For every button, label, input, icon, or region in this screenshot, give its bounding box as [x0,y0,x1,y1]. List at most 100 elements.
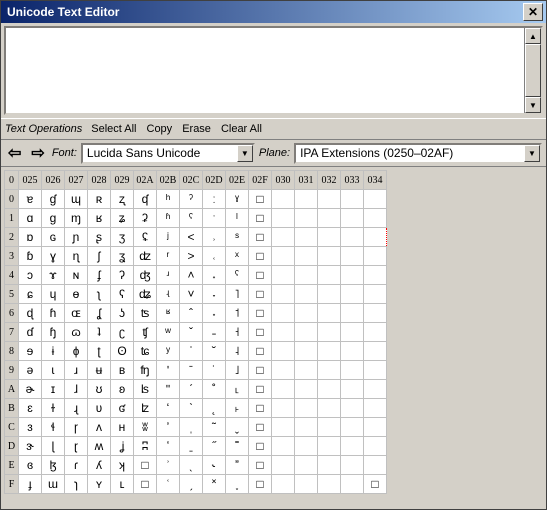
character-cell[interactable]: ɡ [42,209,65,228]
character-cell[interactable] [272,266,295,285]
character-cell[interactable] [272,437,295,456]
character-cell[interactable] [295,418,318,437]
character-cell[interactable]: ɢ [42,228,65,247]
character-cell[interactable]: ɘ [19,342,42,361]
character-cell[interactable]: ˞ [203,456,226,475]
character-cell[interactable]: ˚ [203,380,226,399]
character-cell[interactable]: ʪ [134,380,157,399]
character-cell[interactable]: ʿ [157,475,180,494]
character-cell[interactable]: ʦ [134,304,157,323]
character-cell[interactable]: ˫ [226,399,249,418]
character-cell[interactable] [318,361,341,380]
character-cell[interactable]: ˨ [226,342,249,361]
character-cell[interactable] [272,228,295,247]
character-cell[interactable] [272,475,295,494]
character-cell[interactable] [318,247,341,266]
character-cell[interactable]: ʵ [157,285,180,304]
character-cell[interactable] [318,323,341,342]
character-cell[interactable]: ɝ [19,437,42,456]
character-cell[interactable] [364,304,387,323]
character-cell[interactable]: ɺ [65,380,88,399]
character-cell[interactable]: ˟ [203,475,226,494]
character-cell[interactable]: ˎ [180,456,203,475]
character-cell[interactable]: ə [19,361,42,380]
character-cell[interactable]: ʠ [134,190,157,209]
character-cell[interactable]: □ [249,456,272,475]
character-cell[interactable]: ɪ [42,380,65,399]
character-cell[interactable] [295,247,318,266]
character-cell[interactable]: ɦ [42,304,65,323]
column-header[interactable]: 032 [318,171,341,190]
character-cell[interactable]: ˋ [180,399,203,418]
character-cell[interactable]: ʃ [88,247,111,266]
character-cell[interactable]: ˓ [203,247,226,266]
character-cell[interactable]: □ [249,380,272,399]
character-cell[interactable]: ɹ [65,361,88,380]
row-header[interactable]: 0 [5,190,19,209]
column-header[interactable]: 029 [111,171,134,190]
prev-arrow-icon[interactable]: ⇦ [5,143,24,163]
character-cell[interactable]: ˑ [203,209,226,228]
character-cell[interactable]: ˢ [226,228,249,247]
character-cell[interactable]: ˅ [180,285,203,304]
character-cell[interactable]: ː [203,190,226,209]
character-cell[interactable]: ʥ [134,285,157,304]
character-cell[interactable]: ʾ [157,456,180,475]
column-header[interactable]: 034 [364,171,387,190]
character-cell[interactable]: ɞ [19,456,42,475]
character-cell[interactable] [318,437,341,456]
character-cell[interactable]: ʆ [88,304,111,323]
character-cell[interactable]: ʊ [88,380,111,399]
character-cell[interactable]: ˇ [180,323,203,342]
character-cell[interactable]: ʙ [111,361,134,380]
character-cell[interactable] [318,342,341,361]
character-cell[interactable]: ˝ [203,437,226,456]
character-cell[interactable]: ɬ [42,418,65,437]
character-cell[interactable]: ˀ [180,190,203,209]
character-cell[interactable]: ɖ [19,304,42,323]
character-cell[interactable]: ʋ [88,399,111,418]
row-header[interactable]: 8 [5,342,19,361]
character-cell[interactable] [364,418,387,437]
character-cell[interactable] [318,399,341,418]
character-cell[interactable]: ʌ [88,418,111,437]
character-cell[interactable]: ʀ [88,190,111,209]
character-cell[interactable] [295,437,318,456]
character-cell[interactable]: ˯ [226,475,249,494]
character-cell[interactable] [364,361,387,380]
character-cell[interactable] [341,209,364,228]
column-header[interactable]: 025 [19,171,42,190]
character-cell[interactable] [318,209,341,228]
character-cell[interactable]: □ [249,209,272,228]
character-cell[interactable]: ɔ [19,266,42,285]
row-header[interactable]: C [5,418,19,437]
character-cell[interactable] [341,380,364,399]
character-cell[interactable]: ˙ [203,361,226,380]
character-cell[interactable]: ɿ [65,475,88,494]
character-cell[interactable]: ʅ [88,285,111,304]
character-cell[interactable] [272,399,295,418]
row-header[interactable]: E [5,456,19,475]
character-cell[interactable]: ɜ [19,418,42,437]
character-cell[interactable]: ɾ [65,456,88,475]
character-cell[interactable]: □ [134,456,157,475]
character-cell[interactable]: □ [249,475,272,494]
close-button[interactable]: ✕ [523,3,543,21]
character-cell[interactable]: ˕ [203,285,226,304]
chevron-down-icon[interactable]: ▼ [237,145,253,162]
character-cell[interactable]: ˒ [203,228,226,247]
character-cell[interactable]: ʭ [134,437,157,456]
character-cell[interactable]: ˬ [226,418,249,437]
character-cell[interactable]: ʄ [88,266,111,285]
character-cell[interactable] [341,285,364,304]
character-cell[interactable] [272,323,295,342]
character-cell[interactable]: ʝ [111,437,134,456]
character-cell[interactable] [295,456,318,475]
character-cell[interactable] [295,266,318,285]
character-cell[interactable] [295,342,318,361]
character-cell[interactable] [341,399,364,418]
character-cell[interactable] [364,190,387,209]
character-cell[interactable]: ˧ [226,323,249,342]
character-cell[interactable] [341,304,364,323]
character-cell[interactable]: ˔ [203,266,226,285]
